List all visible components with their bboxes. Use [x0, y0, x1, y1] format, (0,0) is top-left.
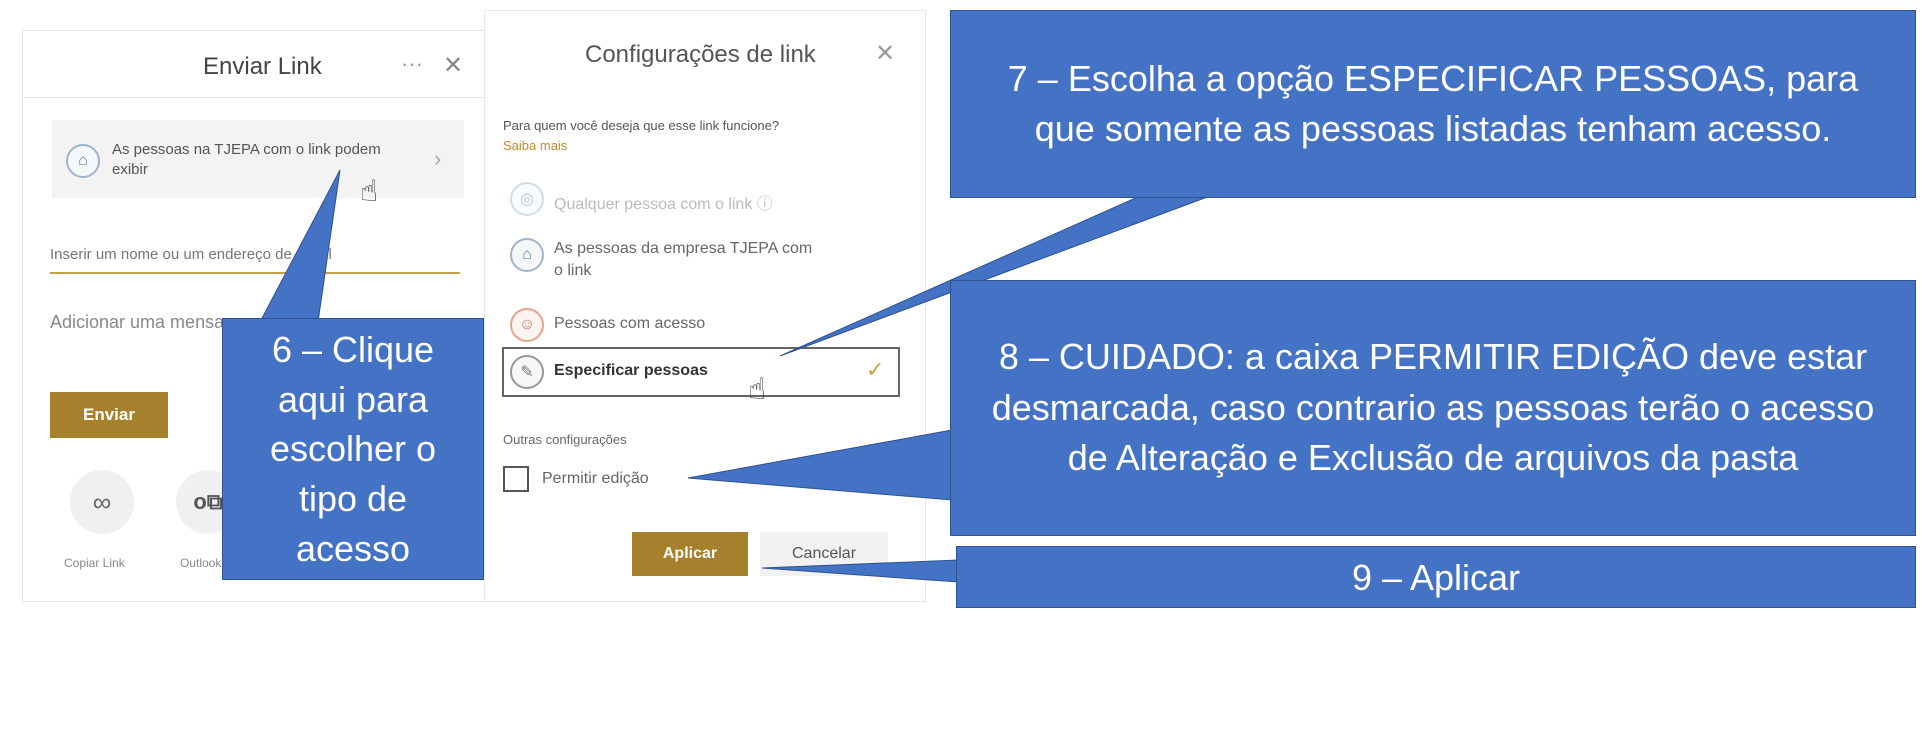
callout-step-9-text: 9 – Aplicar — [1351, 557, 1521, 599]
callout-step-7: 7 – Escolha a opção ESPECIFICAR PESSOAS,… — [950, 10, 1916, 198]
callout-8-pointer — [687, 429, 953, 501]
callout-6-pointer — [259, 169, 341, 323]
callout-step-8-text: 8 – CUIDADO: a caixa PERMITIR EDIÇÃO dev… — [991, 336, 1875, 479]
callout-step-7-text: 7 – Escolha a opção ESPECIFICAR PESSOAS,… — [1007, 58, 1859, 149]
callout-step-8: 8 – CUIDADO: a caixa PERMITIR EDIÇÃO dev… — [950, 280, 1916, 536]
callout-step-6: 6 – Clique aqui para escolher o tipo de … — [222, 318, 484, 580]
callout-step-9: 9 – Aplicar — [956, 546, 1916, 608]
callout-step-6-text: 6 – Clique aqui para escolher o tipo de … — [269, 328, 437, 569]
callout-9-pointer — [761, 559, 959, 583]
